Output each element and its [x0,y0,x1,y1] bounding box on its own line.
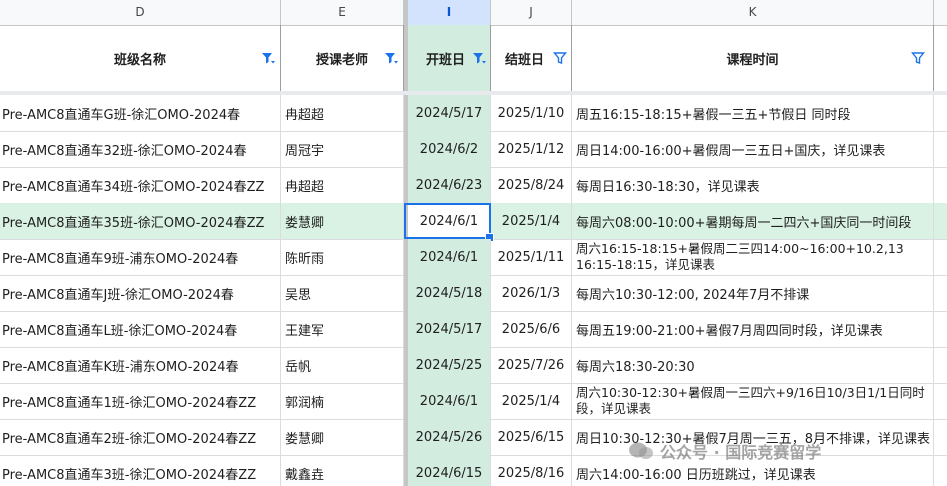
cell-end-date[interactable]: 2025/1/4 [491,203,572,239]
header-schedule-label: 课程时间 [726,52,779,68]
cell-schedule[interactable]: 周六10:30-12:30+暑假周一三四六+9/16日10/3日1/1日同时段，… [572,383,934,419]
cell-class-name[interactable]: Pre-AMC8直通车9班-浦东OMO-2024春 [0,239,281,275]
filter-icon[interactable] [472,51,486,65]
filter-icon[interactable] [384,51,398,65]
cell-teacher[interactable]: 娄慧卿 [281,419,404,455]
filter-outline-icon[interactable] [911,51,925,65]
table-row: Pre-AMC8直通车32班-徐汇OMO-2024春 周冠宇 2024/6/2 … [0,131,947,168]
cell-end-date[interactable]: 2025/8/16 [491,455,572,486]
table-row: Pre-AMC8直通车3班-徐汇OMO-2024春ZZ 戴鑫垚 2024/6/1… [0,455,947,486]
table-row: Pre-AMC8直通车1班-徐汇OMO-2024春ZZ 郭润楠 2024/6/1… [0,383,947,420]
cell-class-name[interactable]: Pre-AMC8直通车34班-徐汇OMO-2024春ZZ [0,167,281,203]
table-row: Pre-AMC8直通车K班-浦东OMO-2024春 岳帆 2024/5/25 2… [0,347,947,384]
cell-start-date[interactable]: 2024/5/18 [404,275,491,311]
header-teacher[interactable]: 授课老师 [281,25,404,91]
cell-class-name[interactable]: Pre-AMC8直通车L班-徐汇OMO-2024春 [0,311,281,347]
cell-schedule[interactable]: 周五16:15-18:15+暑假一三五+节假日 同时段 [572,95,934,131]
column-letter-bar: D E I J K [0,0,947,26]
cell-schedule[interactable]: 周日14:00-16:00+暑假周一三五日+国庆，详见课表 [572,131,934,167]
cell-class-name[interactable]: Pre-AMC8直通车G班-徐汇OMO-2024春 [0,95,281,131]
cell-start-date[interactable]: 2024/6/23 [404,167,491,203]
cell-end-date[interactable]: 2025/7/26 [491,347,572,383]
cell-end-date[interactable]: 2025/6/15 [491,419,572,455]
cell-teacher[interactable]: 冉超超 [281,167,404,203]
filter-outline-icon[interactable] [553,51,567,65]
cell-start-date[interactable]: 2024/6/2 [404,131,491,167]
header-row: 班级名称 授课老师 开班日 结班日 课程时间 [0,25,947,93]
cell-teacher[interactable]: 王建军 [281,311,404,347]
cell-end-date[interactable]: 2025/1/10 [491,95,572,131]
column-letter-i[interactable]: I [404,0,491,25]
cell-teacher[interactable]: 娄慧卿 [281,203,404,239]
cell-schedule[interactable]: 每周五19:00-21:00+暑假7月周四同时段，详见课表 [572,311,934,347]
cell-start-date[interactable]: 2024/5/17 [404,95,491,131]
header-teacher-label: 授课老师 [315,52,368,68]
cell-class-name[interactable]: Pre-AMC8直通车J班-徐汇OMO-2024春 [0,275,281,311]
cell-schedule[interactable]: 每周日16:30-18:30，详见课表 [572,167,934,203]
table-row: Pre-AMC8直通车J班-徐汇OMO-2024春 吴思 2024/5/18 2… [0,275,947,312]
header-schedule[interactable]: 课程时间 [572,25,934,91]
cell-start-date[interactable]: 2024/5/25 [404,347,491,383]
cell-teacher[interactable]: 戴鑫垚 [281,455,404,486]
cell-start-date[interactable]: 2024/5/26 [404,419,491,455]
table-row-selected: Pre-AMC8直通车35班-徐汇OMO-2024春ZZ 娄慧卿 2024/6/… [0,203,947,240]
cell-end-date[interactable]: 2025/8/24 [491,167,572,203]
header-class-name-label: 班级名称 [113,52,166,68]
cell-class-name[interactable]: Pre-AMC8直通车K班-浦东OMO-2024春 [0,347,281,383]
table-row: Pre-AMC8直通车G班-徐汇OMO-2024春 冉超超 2024/5/17 … [0,95,947,132]
column-letter-j[interactable]: J [491,0,572,25]
cell-teacher[interactable]: 吴思 [281,275,404,311]
spreadsheet: D E I J K 班级名称 授课老师 开班日 结班日 课程时间 Pre-AMC… [0,0,947,486]
column-letter-e[interactable]: E [281,0,404,25]
cell-teacher[interactable]: 岳帆 [281,347,404,383]
table-row: Pre-AMC8直通车34班-徐汇OMO-2024春ZZ 冉超超 2024/6/… [0,167,947,204]
cell-end-date[interactable]: 2025/1/4 [491,383,572,419]
cell-class-name[interactable]: Pre-AMC8直通车2班-徐汇OMO-2024春ZZ [0,419,281,455]
cell-teacher[interactable]: 周冠宇 [281,131,404,167]
cell-end-date[interactable]: 2025/6/6 [491,311,572,347]
header-end-date-label: 结班日 [505,52,545,68]
active-cell-start-date[interactable]: 2024/6/1 [404,203,491,239]
table-row: Pre-AMC8直通车L班-徐汇OMO-2024春 王建军 2024/5/17 … [0,311,947,348]
cell-class-name[interactable]: Pre-AMC8直通车32班-徐汇OMO-2024春 [0,131,281,167]
cell-class-name[interactable]: Pre-AMC8直通车35班-徐汇OMO-2024春ZZ [0,203,281,239]
cell-start-date[interactable]: 2024/5/17 [404,311,491,347]
cell-end-date[interactable]: 2025/1/11 [491,239,572,275]
cell-start-date[interactable]: 2024/6/15 [404,455,491,486]
column-letter-k[interactable]: K [572,0,934,25]
cell-start-date[interactable]: 2024/6/1 [404,239,491,275]
cell-schedule[interactable]: 每周六10:30-12:00, 2024年7月不排课 [572,275,934,311]
cell-schedule[interactable]: 周日10:30-12:30+暑假7月周一三五，8月不排课，详见课表 [572,419,934,455]
cell-schedule[interactable]: 每周六08:00-10:00+暑期每周一二四六+国庆同一时间段 [572,203,934,239]
header-end-date[interactable]: 结班日 [491,25,572,91]
cell-schedule[interactable]: 周六14:00-16:00 日历班跳过，详见课表 [572,455,934,486]
header-start-date[interactable]: 开班日 [404,25,491,91]
header-class-name[interactable]: 班级名称 [0,25,281,91]
cell-start-date[interactable]: 2024/6/1 [404,383,491,419]
cell-schedule[interactable]: 每周六18:30-20:30 [572,347,934,383]
table-row: Pre-AMC8直通车9班-浦东OMO-2024春 陈昕雨 2024/6/1 2… [0,239,947,276]
table-row: Pre-AMC8直通车2班-徐汇OMO-2024春ZZ 娄慧卿 2024/5/2… [0,419,947,456]
cell-class-name[interactable]: Pre-AMC8直通车3班-徐汇OMO-2024春ZZ [0,455,281,486]
column-letter-d[interactable]: D [0,0,281,25]
cell-teacher[interactable]: 冉超超 [281,95,404,131]
cell-schedule[interactable]: 周六16:15-18:15+暑假周二三四14:00~16:00+10.2,13 … [572,239,934,275]
cell-class-name[interactable]: Pre-AMC8直通车1班-徐汇OMO-2024春ZZ [0,383,281,419]
cell-teacher[interactable]: 郭润楠 [281,383,404,419]
header-start-date-label: 开班日 [426,52,466,68]
filter-icon[interactable] [261,51,275,65]
cell-teacher[interactable]: 陈昕雨 [281,239,404,275]
cell-end-date[interactable]: 2025/1/12 [491,131,572,167]
cell-end-date[interactable]: 2026/1/3 [491,275,572,311]
